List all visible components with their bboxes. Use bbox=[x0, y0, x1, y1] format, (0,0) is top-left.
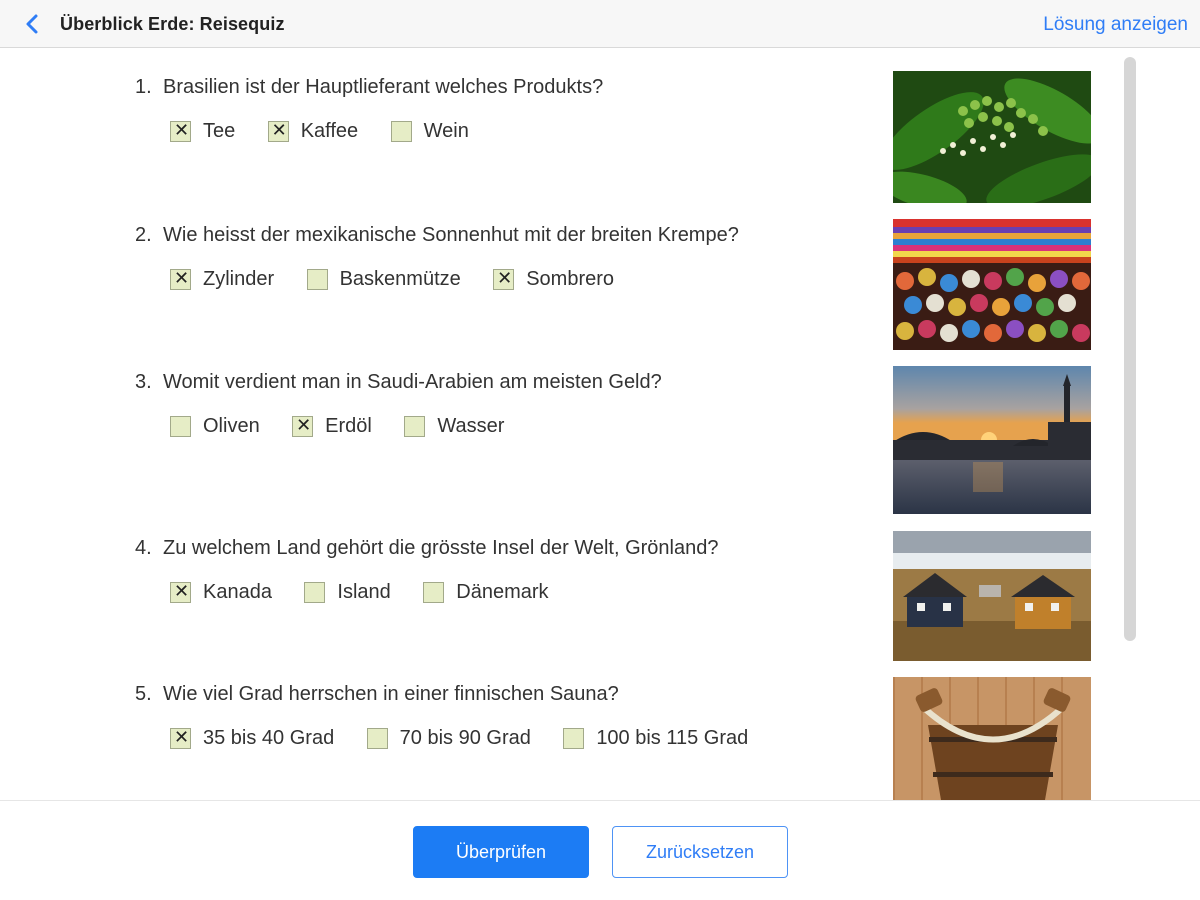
checkbox[interactable] bbox=[170, 727, 192, 749]
coffee-plant-photo bbox=[893, 71, 1091, 203]
option-wein[interactable]: Wein bbox=[390, 120, 469, 143]
vertical-scrollbar[interactable] bbox=[1124, 57, 1136, 641]
option-label: Sombrero bbox=[526, 268, 615, 290]
question-label: Womit verdient man in Saudi-Arabien am m… bbox=[163, 371, 662, 393]
option-label: Oliven bbox=[203, 415, 260, 437]
mosque-sunset-photo bbox=[893, 366, 1091, 514]
option-oliven[interactable]: Oliven bbox=[170, 415, 260, 438]
option-label: Zylinder bbox=[203, 268, 275, 290]
page-title: Überblick Erde: Reisequiz bbox=[60, 14, 285, 34]
question-number: 5. bbox=[135, 683, 152, 705]
option-baskenmuetze[interactable]: Baskenmütze bbox=[306, 268, 461, 291]
answer-options: 35 bis 40 Grad 70 bis 90 Grad 100 bis 11… bbox=[170, 727, 776, 753]
question-label: Brasilien ist der Hauptlieferant welches… bbox=[163, 76, 604, 98]
checkbox[interactable] bbox=[170, 581, 192, 603]
greenland-houses-photo bbox=[893, 531, 1091, 661]
question-text: 4. Zu welchem Land gehört die grösste Ins… bbox=[135, 537, 719, 560]
answer-options: Tee Kaffee Wein bbox=[170, 120, 497, 146]
checkbox[interactable] bbox=[423, 582, 445, 603]
checkbox[interactable] bbox=[170, 120, 192, 142]
show-solution-link[interactable]: Lösung anzeigen bbox=[1043, 14, 1188, 36]
option-label: Dänemark bbox=[456, 581, 549, 603]
option-label: Kaffee bbox=[300, 120, 359, 142]
checkbox[interactable] bbox=[563, 728, 585, 749]
option-100-115[interactable]: 100 bis 115 Grad bbox=[563, 727, 748, 750]
option-daenemark[interactable]: Dänemark bbox=[423, 581, 549, 604]
option-sombrero[interactable]: Sombrero bbox=[493, 268, 614, 291]
option-label: Island bbox=[337, 581, 391, 603]
top-bar: Überblick Erde: Reisequiz Lösung anzeige… bbox=[0, 0, 1200, 48]
checkbox[interactable] bbox=[404, 416, 426, 437]
question-number: 3. bbox=[135, 371, 152, 393]
checkbox[interactable] bbox=[267, 120, 290, 142]
reset-button[interactable]: Zurücksetzen bbox=[612, 826, 788, 878]
option-island[interactable]: Island bbox=[304, 581, 391, 604]
mexican-market-photo bbox=[893, 219, 1091, 350]
question-text: 5. Wie viel Grad herrschen in einer finni… bbox=[135, 683, 619, 706]
option-35-40[interactable]: 35 bis 40 Grad bbox=[170, 727, 334, 750]
check-button[interactable]: Überprüfen bbox=[413, 826, 589, 878]
option-70-90[interactable]: 70 bis 90 Grad bbox=[366, 727, 531, 750]
checkbox[interactable] bbox=[306, 269, 328, 290]
option-label: 100 bis 115 Grad bbox=[596, 727, 749, 749]
option-erdoel[interactable]: Erdöl bbox=[292, 415, 372, 438]
answer-options: Zylinder Baskenmütze Sombrero bbox=[170, 268, 642, 294]
option-kanada[interactable]: Kanada bbox=[170, 581, 272, 604]
option-label: 70 bis 90 Grad bbox=[399, 727, 531, 749]
checkbox[interactable] bbox=[366, 728, 388, 749]
question-number: 1. bbox=[135, 76, 152, 98]
option-tee[interactable]: Tee bbox=[170, 120, 235, 143]
sauna-bucket-photo bbox=[893, 677, 1091, 800]
option-label: Erdöl bbox=[325, 415, 372, 437]
question-label: Wie heisst der mexikanische Sonnenhut mi… bbox=[163, 224, 739, 246]
option-label: 35 bis 40 Grad bbox=[203, 727, 335, 749]
question-label: Zu welchem Land gehört die grösste Insel… bbox=[163, 537, 719, 559]
answer-options: Oliven Erdöl Wasser bbox=[170, 415, 532, 441]
back-chevron-icon[interactable] bbox=[22, 12, 44, 36]
option-label: Wein bbox=[423, 120, 469, 142]
option-label: Wasser bbox=[437, 415, 505, 437]
option-kaffee[interactable]: Kaffee bbox=[267, 120, 359, 143]
question-text: 3. Womit verdient man in Saudi-Arabien am… bbox=[135, 371, 662, 394]
question-label: Wie viel Grad herrschen in einer finnisc… bbox=[163, 683, 619, 705]
checkbox[interactable] bbox=[493, 268, 515, 290]
checkbox[interactable] bbox=[170, 268, 192, 290]
footer-actions: Überprüfen Zurücksetzen bbox=[0, 800, 1200, 900]
checkbox[interactable] bbox=[170, 416, 191, 437]
question-number: 4. bbox=[135, 537, 152, 559]
question-text: 2. Wie heisst der mexikanische Sonnenhut … bbox=[135, 224, 739, 247]
checkbox[interactable] bbox=[292, 415, 314, 437]
option-label: Baskenmütze bbox=[339, 268, 461, 290]
option-label: Tee bbox=[203, 120, 236, 142]
question-number: 2. bbox=[135, 224, 152, 246]
checkbox[interactable] bbox=[304, 582, 326, 603]
checkbox[interactable] bbox=[390, 121, 412, 142]
answer-options: Kanada Island Dänemark bbox=[170, 581, 577, 607]
quiz-content: 1. Brasilien ist der Hauptlieferant welch… bbox=[0, 49, 1200, 800]
option-label: Kanada bbox=[203, 581, 272, 603]
option-wasser[interactable]: Wasser bbox=[404, 415, 504, 438]
option-zylinder[interactable]: Zylinder bbox=[170, 268, 274, 291]
question-text: 1. Brasilien ist der Hauptlieferant welch… bbox=[135, 76, 603, 99]
